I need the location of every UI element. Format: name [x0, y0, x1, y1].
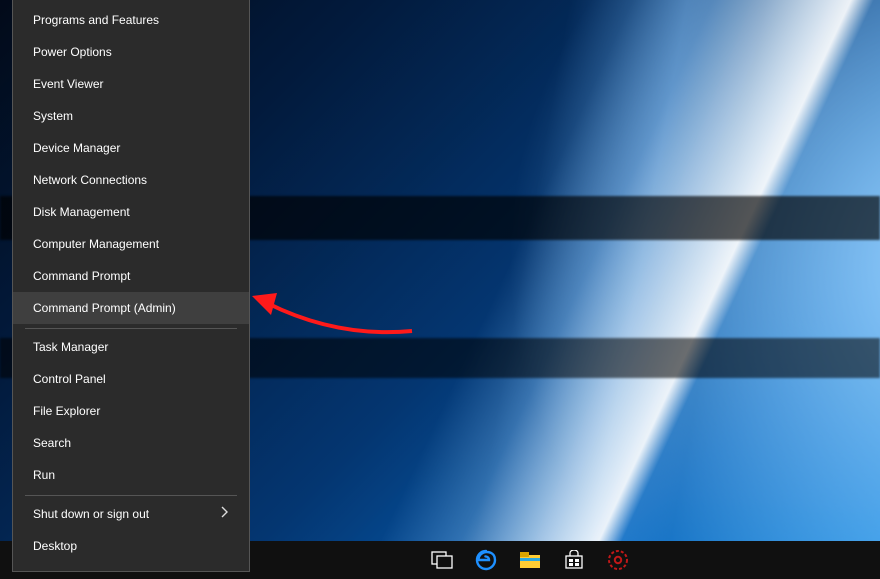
- menu-item-label: Computer Management: [33, 228, 159, 260]
- menu-item-computer-management[interactable]: Computer Management: [13, 228, 249, 260]
- menu-item-label: Command Prompt (Admin): [33, 292, 176, 324]
- menu-item-label: Shut down or sign out: [33, 498, 149, 530]
- menu-item-network-connections[interactable]: Network Connections: [13, 164, 249, 196]
- menu-item-command-prompt-admin[interactable]: Command Prompt (Admin): [13, 292, 249, 324]
- menu-item-label: Network Connections: [33, 164, 147, 196]
- menu-item-label: Control Panel: [33, 363, 106, 395]
- menu-item-command-prompt[interactable]: Command Prompt: [13, 260, 249, 292]
- menu-item-label: File Explorer: [33, 395, 100, 427]
- menu-item-label: Power Options: [33, 36, 112, 68]
- menu-item-label: Search: [33, 427, 71, 459]
- edge-icon[interactable]: [474, 548, 498, 572]
- menu-item-search[interactable]: Search: [13, 427, 249, 459]
- menu-item-label: System: [33, 100, 73, 132]
- menu-separator: [25, 495, 237, 496]
- menu-item-shut-down-or-sign-out[interactable]: Shut down or sign out: [13, 498, 249, 530]
- menu-separator: [25, 328, 237, 329]
- chevron-right-icon: [220, 498, 229, 530]
- menu-item-power-options[interactable]: Power Options: [13, 36, 249, 68]
- menu-item-label: Device Manager: [33, 132, 120, 164]
- menu-item-file-explorer[interactable]: File Explorer: [13, 395, 249, 427]
- menu-item-disk-management[interactable]: Disk Management: [13, 196, 249, 228]
- menu-item-desktop[interactable]: Desktop: [13, 530, 249, 562]
- menu-item-task-manager[interactable]: Task Manager: [13, 331, 249, 363]
- menu-item-label: Run: [33, 459, 55, 491]
- menu-item-label: Programs and Features: [33, 4, 159, 36]
- menu-item-device-manager[interactable]: Device Manager: [13, 132, 249, 164]
- task-view-icon[interactable]: [430, 548, 454, 572]
- menu-item-programs-and-features[interactable]: Programs and Features: [13, 4, 249, 36]
- menu-item-label: Command Prompt: [33, 260, 130, 292]
- menu-item-run[interactable]: Run: [13, 459, 249, 491]
- menu-item-label: Desktop: [33, 530, 77, 562]
- menu-item-control-panel[interactable]: Control Panel: [13, 363, 249, 395]
- file-explorer-icon[interactable]: [518, 548, 542, 572]
- gear-red-icon[interactable]: [606, 548, 630, 572]
- menu-item-event-viewer[interactable]: Event Viewer: [13, 68, 249, 100]
- winx-context-menu: Programs and Features Power Options Even…: [12, 0, 250, 572]
- menu-item-label: Disk Management: [33, 196, 130, 228]
- menu-item-label: Task Manager: [33, 331, 108, 363]
- menu-item-label: Event Viewer: [33, 68, 103, 100]
- menu-item-system[interactable]: System: [13, 100, 249, 132]
- store-icon[interactable]: [562, 548, 586, 572]
